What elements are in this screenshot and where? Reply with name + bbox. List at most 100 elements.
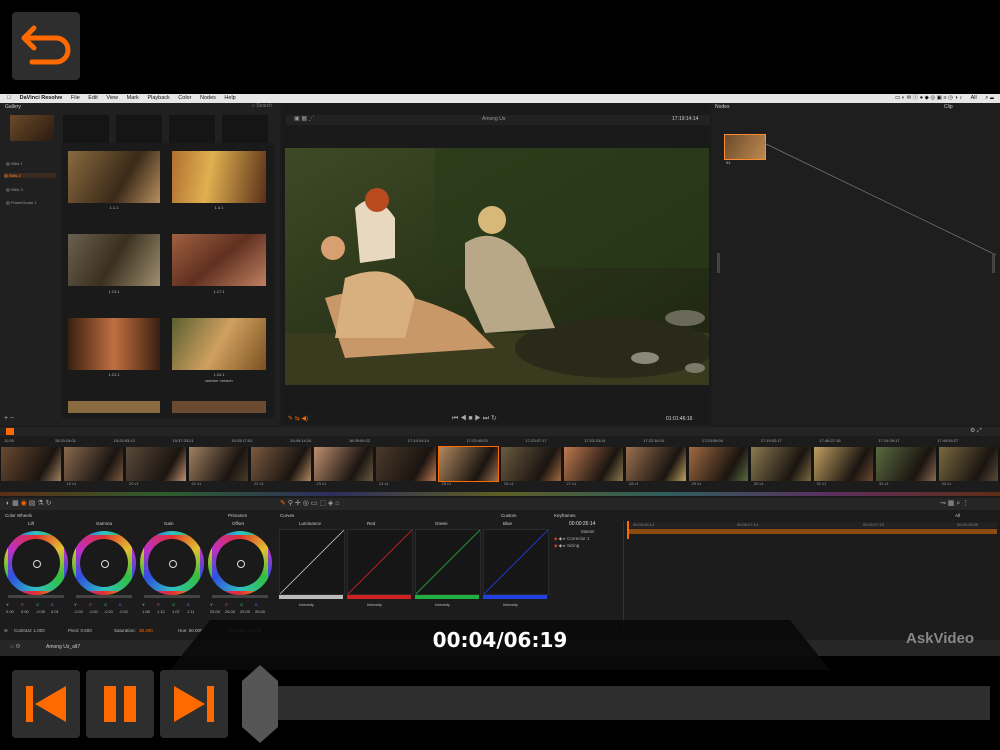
wheel-value[interactable]: 1.08 — [142, 609, 157, 614]
timeline-clip[interactable] — [751, 447, 811, 481]
still-thumbnail[interactable] — [68, 234, 160, 286]
master-wheel-slider[interactable] — [8, 595, 64, 598]
master-wheel-slider[interactable] — [76, 595, 132, 598]
wheel-value[interactable]: 0.01 — [51, 609, 66, 614]
color-wheel-offset[interactable] — [208, 531, 272, 595]
apple-icon[interactable]:  — [7, 95, 11, 101]
wheel-value[interactable]: -0.01 — [89, 609, 104, 614]
wheel-value[interactable]: 25.00 — [225, 609, 240, 614]
timeline-clip[interactable] — [437, 446, 499, 482]
menu-nodes[interactable]: Nodes — [200, 95, 216, 101]
menu-help[interactable]: Help — [224, 95, 235, 101]
wheel-value[interactable]: 1.11 — [187, 609, 202, 614]
gallery-slot[interactable] — [222, 115, 268, 143]
curve-channel-bar[interactable] — [279, 595, 343, 599]
timeline-clip[interactable] — [563, 447, 623, 481]
keyframe-row-corrector[interactable]: ◆ ◆ ▸ Corrector 1 — [554, 536, 589, 542]
add-remove-album[interactable]: + − — [4, 415, 14, 422]
curve-editor-red[interactable] — [347, 529, 413, 595]
skip-forward-button[interactable] — [160, 670, 228, 738]
gallery-slot[interactable] — [116, 115, 162, 143]
menu-app-name[interactable]: DaVinci Resolve — [20, 95, 63, 101]
curve-channel-bar[interactable] — [347, 595, 411, 599]
timeline-toggle-icon[interactable] — [6, 428, 14, 435]
spotlight-icon[interactable]: ⌕ ☰ — [985, 95, 994, 101]
gallery-preview-thumb[interactable] — [10, 115, 54, 141]
wheel-value[interactable]: -0.01 — [74, 609, 89, 614]
color-wheels-mode[interactable]: Primaries — [228, 513, 247, 518]
color-wheel-lift[interactable] — [4, 531, 68, 595]
still-thumbnail[interactable] — [172, 318, 266, 370]
wheel-value[interactable]: 25.00 — [255, 609, 270, 614]
still-thumbnail[interactable] — [68, 318, 160, 370]
pause-button[interactable] — [86, 670, 154, 738]
album-stills-2[interactable]: ▤ Stills 2 — [4, 173, 56, 178]
color-wheel-gain[interactable] — [140, 531, 204, 595]
timeline-clip[interactable] — [1, 447, 61, 481]
timeline-clip[interactable] — [501, 447, 561, 481]
album-powergrade-1[interactable]: ▤ PowerGrade 1 — [6, 200, 37, 205]
master-wheel-slider[interactable] — [212, 595, 268, 598]
timeline-clip[interactable] — [938, 447, 998, 481]
seek-bar[interactable] — [268, 686, 990, 720]
node-input-handle[interactable] — [717, 253, 720, 273]
curve-editor-green[interactable] — [415, 529, 481, 595]
palette-right-icons[interactable]: ⊸ ▦ ⌕ ⋮ — [940, 499, 969, 508]
back-button[interactable] — [12, 12, 80, 80]
wheel-puck[interactable] — [33, 560, 41, 568]
timeline-clip[interactable] — [251, 447, 311, 481]
curve-editor-blue[interactable] — [483, 529, 549, 595]
timeline-clip[interactable] — [126, 447, 186, 481]
timeline-clip[interactable] — [188, 447, 248, 481]
menu-file[interactable]: File — [71, 95, 80, 101]
wheel-puck[interactable] — [101, 560, 109, 568]
wheel-value[interactable]: 0.00 — [21, 609, 36, 614]
master-wheel-slider[interactable] — [144, 595, 200, 598]
timeline-clip[interactable] — [626, 447, 686, 481]
still-thumbnail[interactable] — [172, 234, 266, 286]
wheel-value[interactable]: -0.01 — [104, 609, 119, 614]
wheel-value[interactable]: -0.00 — [36, 609, 51, 614]
keyframe-master-track[interactable] — [627, 529, 997, 534]
timeline-clip[interactable] — [688, 447, 748, 481]
curves-mode[interactable]: Custom — [501, 513, 517, 518]
album-stills-3[interactable]: ▤ Stills 3 — [6, 187, 23, 192]
wheel-value[interactable]: 0.00 — [6, 609, 21, 614]
wheel-value[interactable]: 1.12 — [157, 609, 172, 614]
timeline-clip[interactable] — [313, 447, 373, 481]
curve-editor-luminance[interactable] — [279, 529, 345, 595]
viewer-frame[interactable] — [285, 148, 709, 385]
skip-back-button[interactable] — [12, 670, 80, 738]
palette-mid-icons[interactable]: ✎ ⚲ ✛ ◎ ▭ ⬚ ◈ ⌂ — [280, 499, 339, 507]
curve-channel-bar[interactable] — [483, 595, 547, 599]
viewer-mode-icons[interactable]: ▣ ▦ ⋰ — [294, 115, 315, 122]
still-thumbnail[interactable] — [68, 401, 160, 413]
menu-view[interactable]: View — [106, 95, 118, 101]
menu-playback[interactable]: Playback — [147, 95, 169, 101]
transport-buttons[interactable]: ⏮ ◀ ■ ▶ ⏭ ↻ — [452, 414, 497, 423]
still-thumbnail[interactable] — [68, 151, 160, 203]
wheel-value[interactable]: 25.00 — [240, 609, 255, 614]
still-thumbnail[interactable] — [172, 151, 266, 203]
color-wheel-gamma[interactable] — [72, 531, 136, 595]
node-output-handle[interactable] — [992, 253, 995, 273]
keyframe-playhead[interactable] — [627, 521, 629, 539]
nodes-mode[interactable]: Clip — [944, 103, 953, 111]
menu-color[interactable]: Color — [178, 95, 191, 101]
album-stills-1[interactable]: ▤ Stills 1 — [6, 161, 23, 166]
timeline-clip[interactable] — [876, 447, 936, 481]
grade-tools-icons[interactable]: ✎ ⇆ ◀) — [288, 415, 308, 422]
wheel-value[interactable]: 25.00 — [210, 609, 225, 614]
timeline-options-icons[interactable]: ⚙ ⤢ — [970, 427, 982, 435]
palette-left-icons[interactable]: ◐ ▦ ◉ ▤ ⚗ ↻ — [6, 499, 51, 507]
timeline-clip[interactable] — [376, 447, 436, 481]
node-01[interactable] — [724, 134, 766, 160]
seek-handle[interactable] — [242, 665, 278, 743]
timeline-clip[interactable] — [813, 447, 873, 481]
menu-edit[interactable]: Edit — [88, 95, 97, 101]
curve-channel-bar[interactable] — [415, 595, 479, 599]
wheel-value[interactable]: 1.07 — [172, 609, 187, 614]
still-thumbnail[interactable] — [172, 401, 266, 413]
wheel-puck[interactable] — [237, 560, 245, 568]
menu-mark[interactable]: Mark — [127, 95, 139, 101]
